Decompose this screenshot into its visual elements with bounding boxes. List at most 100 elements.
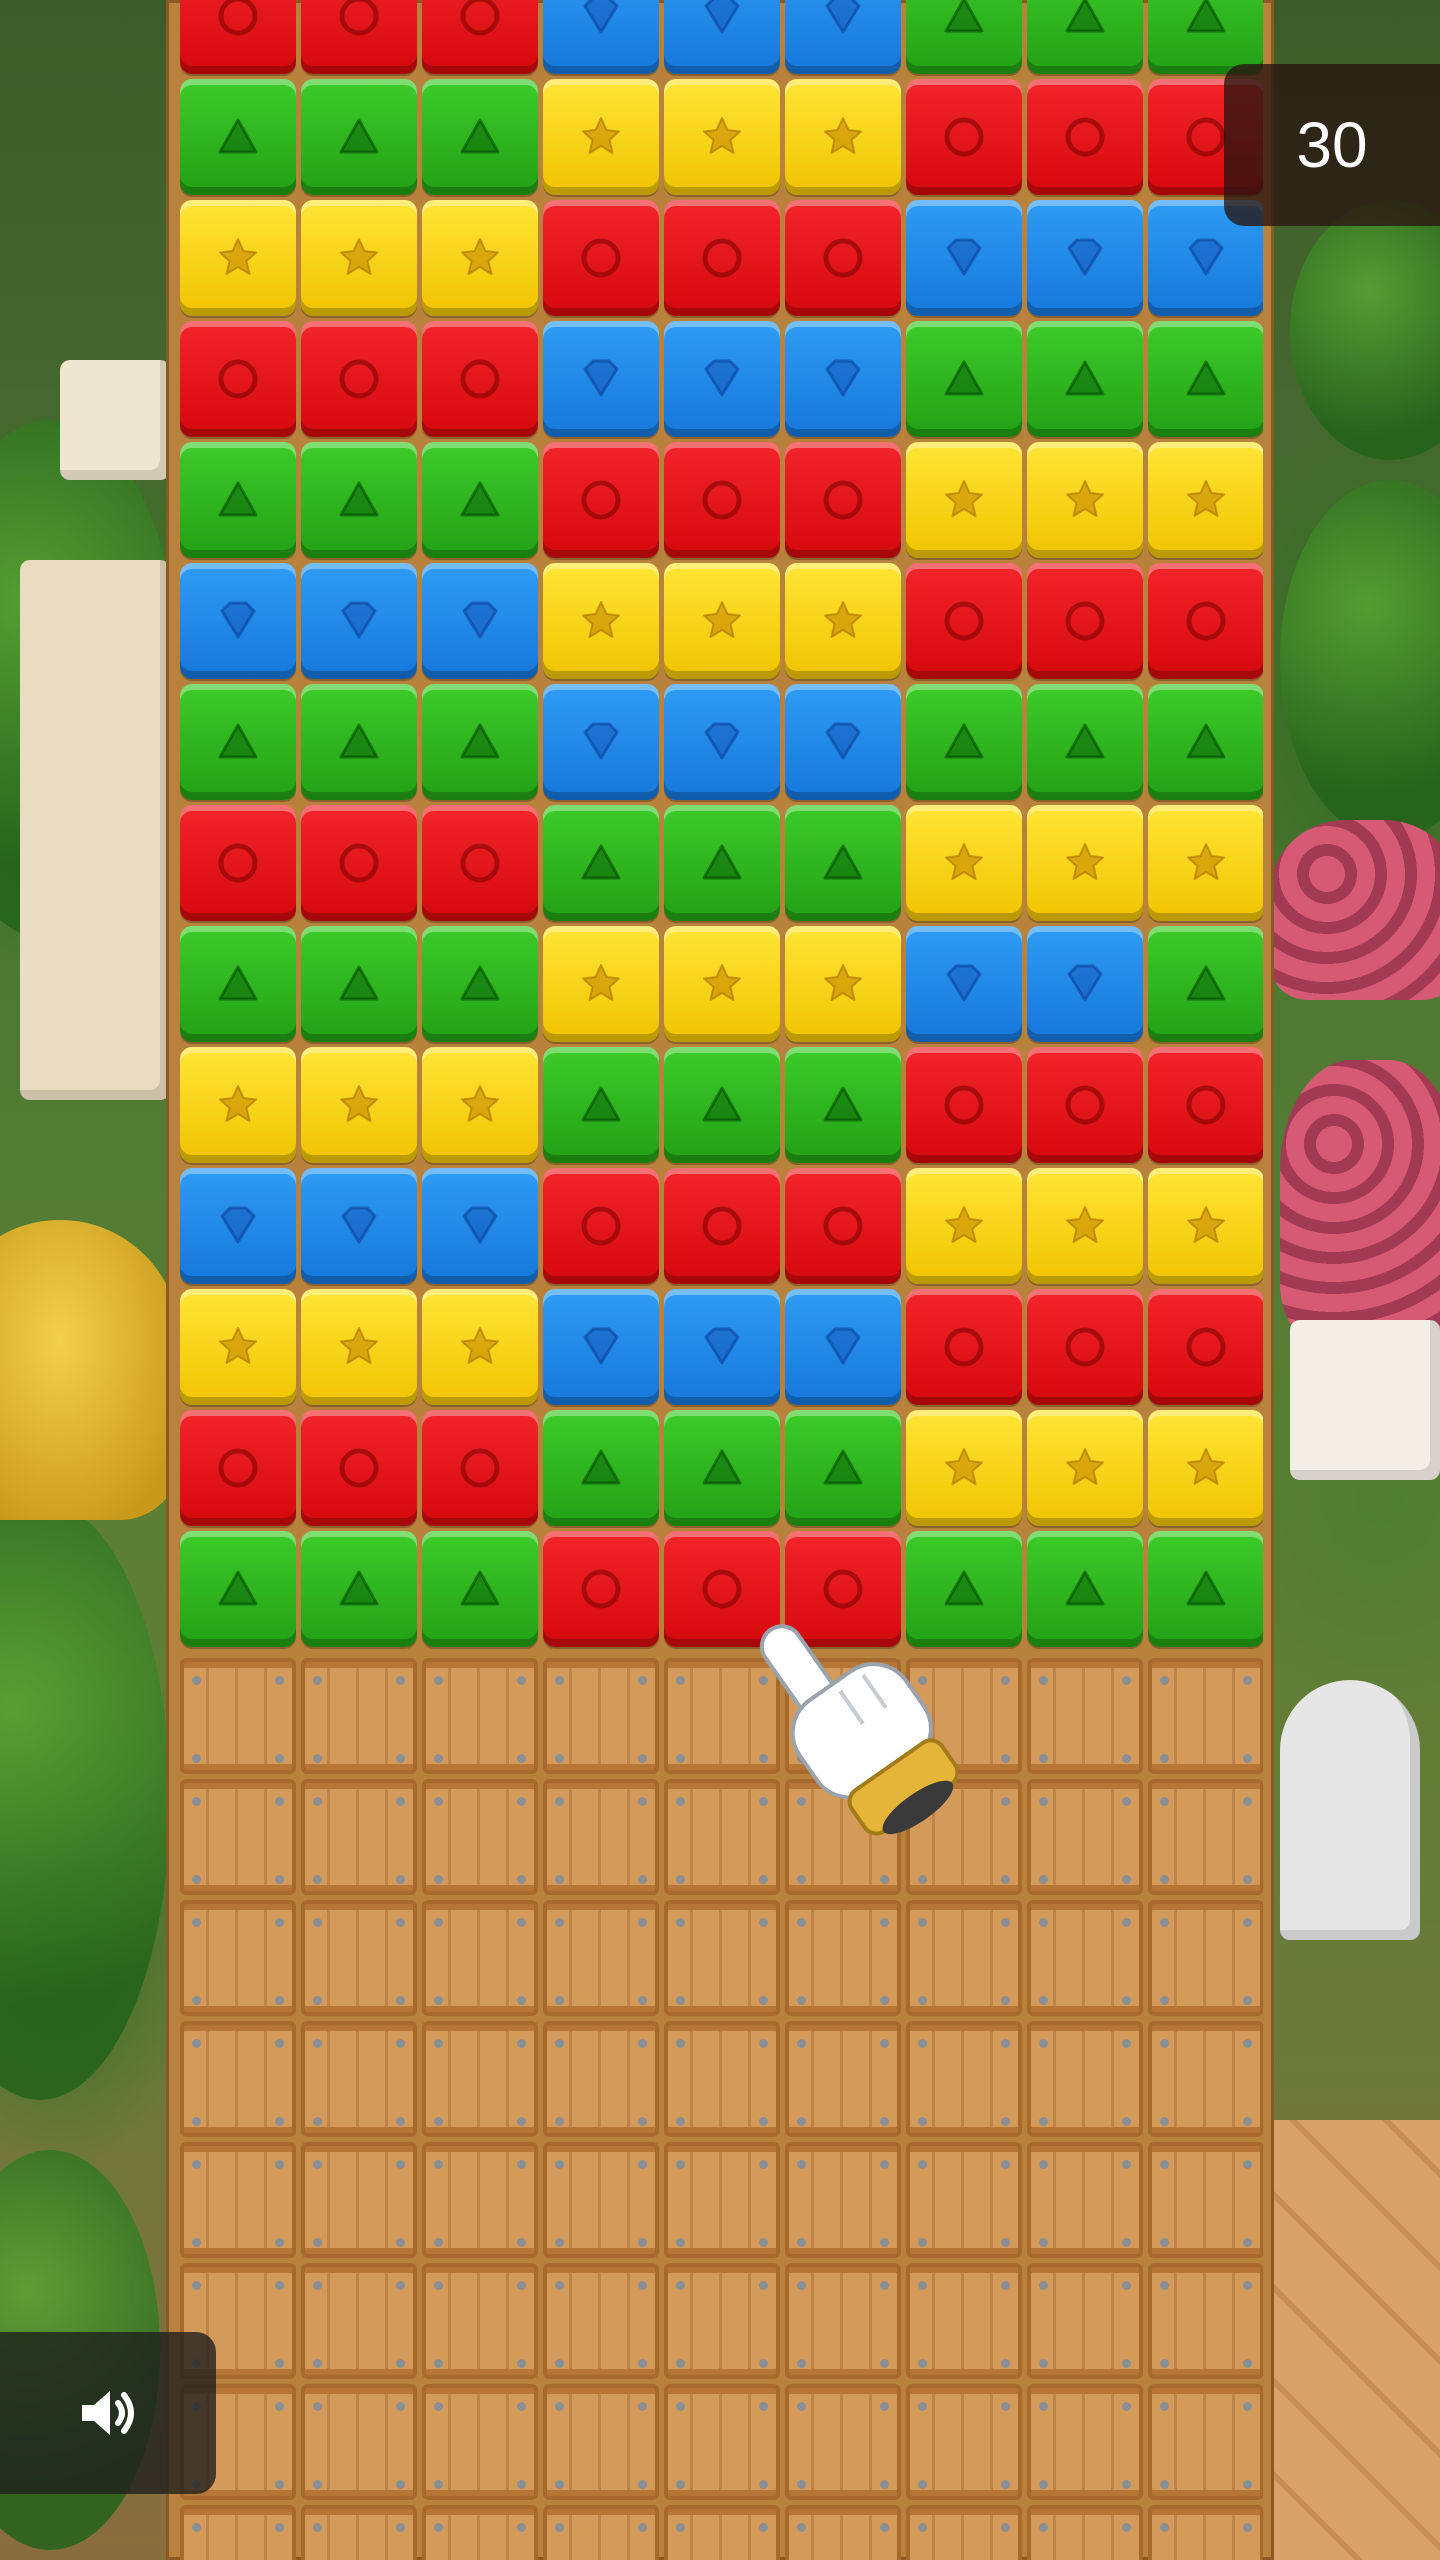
yellow-cube[interactable]: [906, 1168, 1022, 1284]
green-cube[interactable]: [301, 79, 417, 195]
green-cube[interactable]: [301, 442, 417, 558]
red-cube[interactable]: [1148, 563, 1263, 679]
blue-cube[interactable]: [543, 684, 659, 800]
blue-cube[interactable]: [543, 0, 659, 74]
green-cube[interactable]: [1148, 1531, 1263, 1647]
yellow-cube[interactable]: [906, 1410, 1022, 1526]
green-cube[interactable]: [664, 1410, 780, 1526]
green-cube[interactable]: [1027, 0, 1143, 74]
green-cube[interactable]: [906, 0, 1022, 74]
red-cube[interactable]: [301, 321, 417, 437]
yellow-cube[interactable]: [785, 563, 901, 679]
yellow-cube[interactable]: [1148, 1168, 1263, 1284]
yellow-cube[interactable]: [301, 1289, 417, 1405]
green-cube[interactable]: [785, 1047, 901, 1163]
green-cube[interactable]: [543, 1410, 659, 1526]
green-cube[interactable]: [301, 684, 417, 800]
red-cube[interactable]: [543, 1531, 659, 1647]
green-cube[interactable]: [180, 684, 296, 800]
green-cube[interactable]: [1027, 1531, 1143, 1647]
red-cube[interactable]: [422, 805, 538, 921]
red-cube[interactable]: [785, 1168, 901, 1284]
blue-cube[interactable]: [785, 1289, 901, 1405]
blue-cube[interactable]: [301, 563, 417, 679]
green-cube[interactable]: [664, 1047, 780, 1163]
green-cube[interactable]: [906, 684, 1022, 800]
green-cube[interactable]: [543, 1047, 659, 1163]
green-cube[interactable]: [1148, 0, 1263, 74]
blue-cube[interactable]: [906, 926, 1022, 1042]
red-cube[interactable]: [664, 1168, 780, 1284]
red-cube[interactable]: [180, 321, 296, 437]
red-cube[interactable]: [301, 805, 417, 921]
red-cube[interactable]: [664, 200, 780, 316]
green-cube[interactable]: [1148, 926, 1263, 1042]
blue-cube[interactable]: [1027, 200, 1143, 316]
red-cube[interactable]: [1027, 1047, 1143, 1163]
yellow-cube[interactable]: [301, 1047, 417, 1163]
yellow-cube[interactable]: [1148, 805, 1263, 921]
yellow-cube[interactable]: [1027, 805, 1143, 921]
red-cube[interactable]: [1027, 79, 1143, 195]
red-cube[interactable]: [422, 321, 538, 437]
sound-toggle-button[interactable]: [0, 2332, 216, 2494]
red-cube[interactable]: [301, 1410, 417, 1526]
green-cube[interactable]: [180, 926, 296, 1042]
blue-cube[interactable]: [543, 321, 659, 437]
red-cube[interactable]: [785, 200, 901, 316]
red-cube[interactable]: [301, 0, 417, 74]
red-cube[interactable]: [422, 1410, 538, 1526]
red-cube[interactable]: [543, 1168, 659, 1284]
blue-cube[interactable]: [180, 563, 296, 679]
green-cube[interactable]: [664, 805, 780, 921]
blue-cube[interactable]: [785, 321, 901, 437]
green-cube[interactable]: [785, 805, 901, 921]
blue-cube[interactable]: [664, 1289, 780, 1405]
green-cube[interactable]: [1148, 684, 1263, 800]
yellow-cube[interactable]: [1148, 1410, 1263, 1526]
red-cube[interactable]: [785, 442, 901, 558]
yellow-cube[interactable]: [180, 200, 296, 316]
yellow-cube[interactable]: [543, 563, 659, 679]
yellow-cube[interactable]: [1027, 442, 1143, 558]
yellow-cube[interactable]: [422, 200, 538, 316]
blue-cube[interactable]: [664, 321, 780, 437]
green-cube[interactable]: [543, 805, 659, 921]
green-cube[interactable]: [422, 442, 538, 558]
red-cube[interactable]: [906, 1047, 1022, 1163]
red-cube[interactable]: [906, 1289, 1022, 1405]
yellow-cube[interactable]: [664, 926, 780, 1042]
blue-cube[interactable]: [543, 1289, 659, 1405]
yellow-cube[interactable]: [422, 1289, 538, 1405]
yellow-cube[interactable]: [180, 1047, 296, 1163]
blue-cube[interactable]: [422, 1168, 538, 1284]
yellow-cube[interactable]: [1027, 1410, 1143, 1526]
green-cube[interactable]: [422, 1531, 538, 1647]
red-cube[interactable]: [664, 442, 780, 558]
blue-cube[interactable]: [301, 1168, 417, 1284]
green-cube[interactable]: [422, 684, 538, 800]
red-cube[interactable]: [543, 442, 659, 558]
yellow-cube[interactable]: [180, 1289, 296, 1405]
yellow-cube[interactable]: [785, 926, 901, 1042]
green-cube[interactable]: [1148, 321, 1263, 437]
green-cube[interactable]: [785, 1410, 901, 1526]
blue-cube[interactable]: [1027, 926, 1143, 1042]
blue-cube[interactable]: [422, 563, 538, 679]
yellow-cube[interactable]: [301, 200, 417, 316]
yellow-cube[interactable]: [785, 79, 901, 195]
green-cube[interactable]: [301, 926, 417, 1042]
yellow-cube[interactable]: [422, 1047, 538, 1163]
blue-cube[interactable]: [906, 200, 1022, 316]
green-cube[interactable]: [1027, 321, 1143, 437]
blue-cube[interactable]: [664, 684, 780, 800]
yellow-cube[interactable]: [664, 563, 780, 679]
green-cube[interactable]: [422, 79, 538, 195]
blue-cube[interactable]: [785, 684, 901, 800]
red-cube[interactable]: [1027, 563, 1143, 679]
green-cube[interactable]: [301, 1531, 417, 1647]
green-cube[interactable]: [906, 321, 1022, 437]
blue-cube[interactable]: [785, 0, 901, 74]
green-cube[interactable]: [180, 1531, 296, 1647]
red-cube[interactable]: [906, 563, 1022, 679]
